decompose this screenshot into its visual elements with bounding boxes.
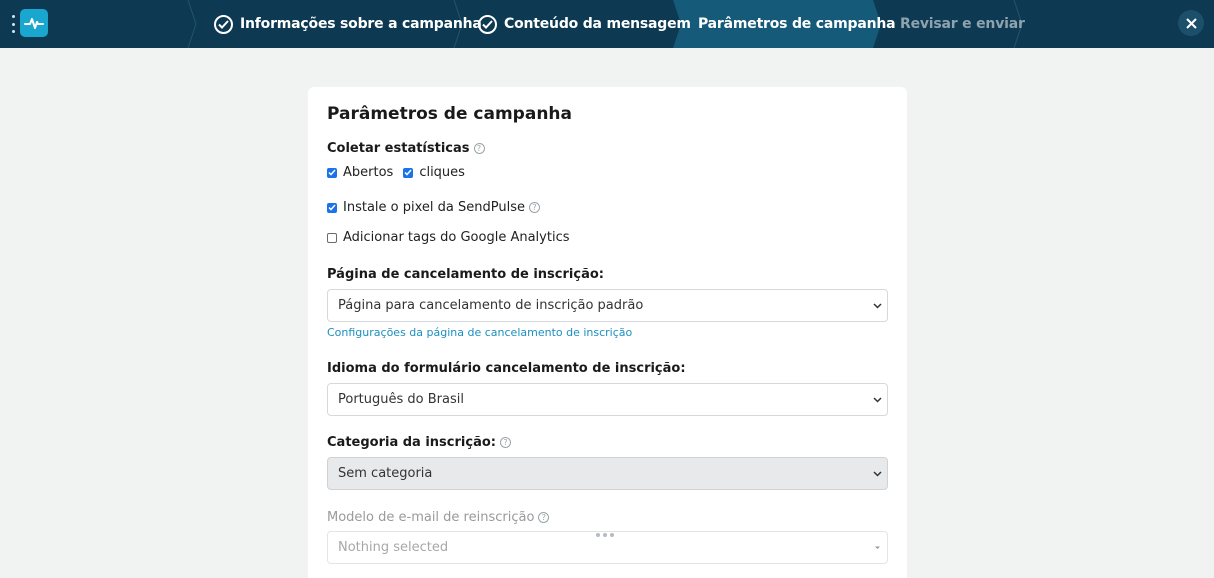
vertical-dots-icon[interactable] [10,15,16,33]
question-circle-icon[interactable]: ? [473,143,485,154]
pixel-label: Instale o pixel da SendPulse [343,200,525,215]
opens-label: Abertos [343,165,394,180]
unsubscribe-page-select[interactable]: Página para cancelamento de inscrição pa… [327,289,888,322]
resubscribe-template-label: Modelo de e-mail de reinscrição? [327,510,550,525]
loading-dots-icon [596,533,614,537]
clicks-label: cliques [419,165,465,180]
caret-down-icon [875,546,880,549]
step-campaign-parameters[interactable]: Parâmetros de campanha [698,0,896,48]
step-review-send[interactable]: Revisar e enviar [900,0,1025,48]
collect-stats-label: Coletar estatísticas? [327,141,485,156]
chevron-down-icon [873,303,882,309]
ga-tags-checkbox-group[interactable]: Adicionar tags do Google Analytics [327,230,570,245]
unsubscribe-language-value: Português do Brasil [338,392,464,407]
stepper-bar: Informações sobre a campanha Conteúdo da… [0,0,1214,48]
pixel-checkbox-group[interactable]: Instale o pixel da SendPulse ? [327,200,540,215]
pixel-checkbox[interactable] [327,202,337,213]
opens-checkbox-group[interactable]: Abertos [327,165,393,180]
clicks-checkbox[interactable] [403,167,414,178]
step-label: Informações sobre a campanha [240,16,482,32]
category-select[interactable]: Sem categoria [327,457,888,490]
check-circle-icon [478,14,497,34]
step-separator [187,0,197,48]
step-message-content[interactable]: Conteúdo da mensagem [478,0,691,48]
chevron-down-icon [873,397,882,403]
unsubscribe-language-select[interactable]: Português do Brasil [327,383,888,416]
opens-checkbox[interactable] [327,167,337,178]
question-circle-icon[interactable]: ? [528,202,540,213]
question-circle-icon[interactable]: ? [538,512,550,523]
card-title: Parâmetros de campanha [327,104,572,124]
step-label: Conteúdo da mensagem [504,16,691,32]
resubscribe-template-placeholder: Nothing selected [338,540,449,555]
unsubscribe-language-label: Idioma do formulário cancelamento de ins… [327,361,686,376]
close-icon [1185,17,1197,29]
campaign-parameters-card: Parâmetros de campanha Coletar estatísti… [308,87,907,578]
step-label: Revisar e enviar [900,16,1025,32]
unsubscribe-page-label: Página de cancelamento de inscrição: [327,267,604,282]
question-circle-icon[interactable]: ? [499,437,511,448]
chevron-down-icon [873,471,882,477]
clicks-checkbox-group[interactable]: cliques [403,165,465,180]
ga-tags-checkbox[interactable] [327,232,337,243]
step-campaign-info[interactable]: Informações sobre a campanha [214,0,482,48]
check-circle-icon [214,14,233,34]
unsubscribe-page-value: Página para cancelamento de inscrição pa… [338,298,644,313]
ga-tags-label: Adicionar tags do Google Analytics [343,230,570,245]
step-label: Parâmetros de campanha [698,16,896,32]
category-value: Sem categoria [338,466,433,481]
pulse-logo-icon[interactable] [20,9,48,37]
unsubscribe-page-settings-link[interactable]: Configurações da página de cancelamento … [327,326,632,339]
category-label: Categoria da inscrição:? [327,435,511,450]
close-button[interactable] [1178,10,1204,36]
stats-checkboxes: Abertos cliques [327,165,475,180]
